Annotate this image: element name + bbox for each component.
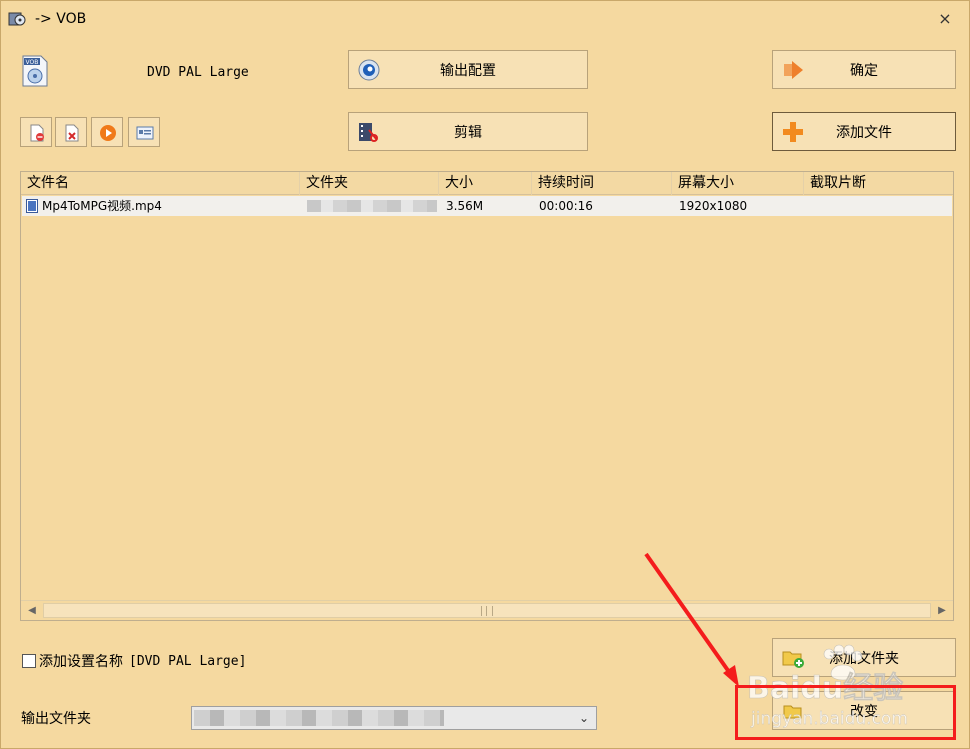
column-header-clip[interactable]: 截取片断 [804, 172, 953, 195]
config-gear-icon [357, 58, 381, 82]
cell-size: 3.56M [446, 199, 484, 213]
horizontal-scrollbar[interactable]: ◀ ▶ [21, 600, 953, 620]
toolbar-clear-button[interactable] [55, 117, 87, 147]
file-list-header: 文件名 文件夹 大小 持续时间 屏幕大小 截取片断 [21, 172, 953, 195]
cell-resolution: 1920x1080 [679, 199, 748, 213]
vob-file-icon: VOB [21, 55, 49, 87]
file-info-icon [136, 126, 154, 140]
scroll-left-icon[interactable]: ◀ [25, 604, 39, 618]
grip-icon [481, 606, 493, 616]
change-button[interactable]: 改变 [772, 691, 956, 730]
scroll-right-icon[interactable]: ▶ [935, 604, 949, 618]
toolbar-info-button[interactable] [128, 117, 160, 147]
column-header-folder[interactable]: 文件夹 [300, 172, 439, 195]
clear-list-icon [65, 124, 79, 142]
column-header-resolution[interactable]: 屏幕大小 [672, 172, 804, 195]
ok-button[interactable]: 确定 [772, 50, 956, 89]
redacted-output-path [194, 710, 444, 726]
add-folder-button[interactable]: 添加文件夹 [772, 638, 956, 677]
close-icon[interactable]: × [935, 9, 955, 29]
arrow-right-icon [781, 58, 805, 82]
play-icon [100, 125, 116, 141]
column-header-duration[interactable]: 持续时间 [532, 172, 672, 195]
output-folder-label: 输出文件夹 [21, 711, 91, 727]
edit-button[interactable]: 剪辑 [348, 112, 588, 151]
cell-folder [301, 196, 440, 216]
cell-clip [805, 196, 952, 216]
output-folder-select[interactable]: ⌄ [191, 706, 597, 730]
profile-name: DVD PAL Large [147, 65, 249, 80]
window-title: -> VOB [35, 11, 87, 27]
add-setting-name-value: [DVD PAL Large] [129, 653, 247, 669]
video-file-icon [26, 199, 38, 213]
output-config-button[interactable]: 输出配置 [348, 50, 588, 89]
edit-label: 剪辑 [454, 124, 482, 141]
folder-change-icon [781, 699, 805, 723]
cell-filename: Mp4ToMPG视频.mp4 [22, 196, 301, 216]
chevron-down-icon[interactable]: ⌄ [576, 710, 592, 726]
toolbar-remove-button[interactable] [20, 117, 52, 147]
film-scissors-icon [357, 120, 381, 144]
title-bar: -> VOB × [1, 1, 969, 37]
output-config-label: 输出配置 [440, 62, 496, 79]
add-setting-name-label: 添加设置名称 [39, 654, 123, 670]
file-list[interactable]: 文件名 文件夹 大小 持续时间 屏幕大小 截取片断 Mp4ToMPG视频.mp4… [20, 171, 954, 621]
svg-text:VOB: VOB [26, 59, 39, 66]
redacted-folder-path [307, 200, 437, 212]
scrollbar-thumb[interactable] [43, 603, 931, 618]
column-header-filename[interactable]: 文件名 [21, 172, 300, 195]
plus-icon [781, 120, 805, 144]
app-icon [7, 9, 27, 29]
column-header-size[interactable]: 大小 [439, 172, 532, 195]
add-file-button[interactable]: 添加文件 [772, 112, 956, 151]
folder-add-icon [781, 646, 805, 670]
add-setting-name-checkbox[interactable] [22, 654, 36, 668]
remove-file-icon [30, 124, 44, 142]
converter-window: -> VOB × VOB DVD PAL Large 输出配置 确定 剪辑 添加… [0, 0, 970, 749]
toolbar-play-button[interactable] [91, 117, 123, 147]
add-setting-name-option[interactable]: 添加设置名称 [DVD PAL Large] [22, 651, 246, 671]
cell-duration: 00:00:16 [539, 199, 593, 213]
filename-text: Mp4ToMPG视频.mp4 [42, 199, 162, 213]
table-row[interactable]: Mp4ToMPG视频.mp4 3.56M 00:00:16 1920x1080 [22, 196, 952, 216]
